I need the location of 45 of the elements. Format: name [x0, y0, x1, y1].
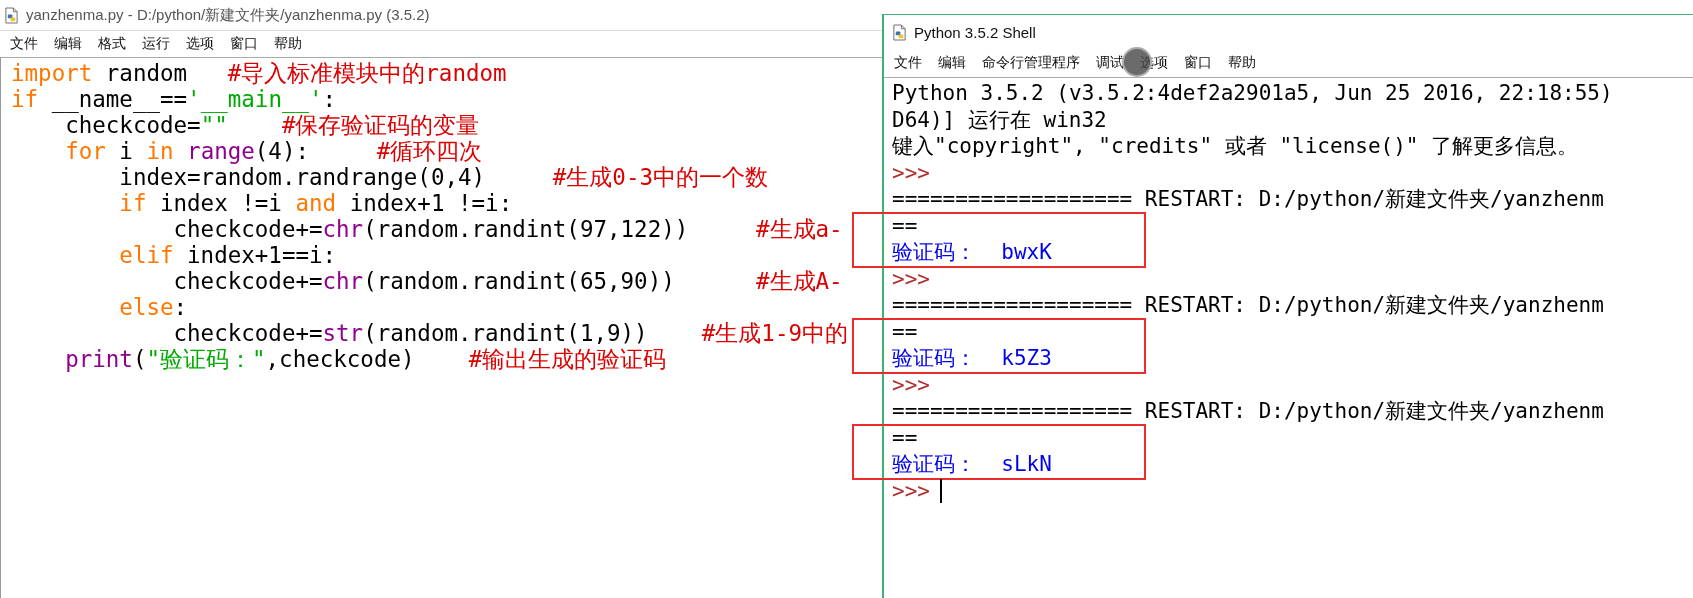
- code-line: if index !=i and index+1 !=i:: [119, 190, 513, 216]
- menu-item[interactable]: 文件: [894, 54, 922, 72]
- menu-item[interactable]: 运行: [142, 35, 170, 53]
- prompt-text: >>>: [892, 371, 930, 398]
- output-line: 验证码： sLkN: [892, 451, 1052, 478]
- menu-item[interactable]: 命令行管理程序: [982, 54, 1080, 72]
- code-line: print("验证码：",checkcode) #输出生成的验证码: [65, 346, 667, 372]
- prompt-text: >>>: [892, 265, 930, 292]
- console-line: =================== RESTART: D:/python/新建文件夹/yanzhenm: [892, 398, 1604, 425]
- menu-item[interactable]: 文件: [10, 35, 38, 53]
- code-line: import random #导入标准模块中的random: [11, 60, 507, 86]
- code-line: if __name__=='__main__':: [11, 86, 337, 112]
- console-line: 键入"copyright", "credits" 或者 "license()" 了解更多信息。: [892, 133, 1579, 160]
- console-line: =================== RESTART: D:/python/新建文件夹/yanzhenm: [892, 186, 1604, 213]
- window-title: yanzhenma.py - D:/python/新建文件夹/yanzhenma.py (3.5.2): [26, 5, 430, 25]
- menu-item[interactable]: 窗口: [230, 35, 258, 53]
- menu-item[interactable]: 帮助: [274, 35, 302, 53]
- output-line: 验证码： bwxK: [892, 239, 1052, 266]
- code-line: else:: [119, 294, 188, 320]
- python-file-icon: [4, 6, 19, 24]
- code-line: index=random.randrange(0,4) #生成0-3中的一个数: [119, 164, 768, 190]
- console-line: ==: [892, 424, 918, 451]
- menu-item[interactable]: 调试: [1096, 54, 1124, 72]
- menu-item[interactable]: 编辑: [938, 54, 966, 72]
- console-line: ==: [892, 212, 918, 239]
- prompt-text: >>>: [892, 159, 930, 186]
- window-title: Python 3.5.2 Shell: [914, 23, 1036, 41]
- code-line: elif index+1==i:: [119, 242, 337, 268]
- output-line: 验证码： k5Z3: [892, 345, 1052, 372]
- python-file-icon: [892, 23, 907, 41]
- menu-item[interactable]: 窗口: [1184, 54, 1212, 72]
- code-line: checkcode="" #保存验证码的变量: [65, 112, 480, 138]
- menu-item[interactable]: 格式: [98, 35, 126, 53]
- code-line: checkcode+=chr(random.randint(97,122)) #生成a-: [173, 216, 843, 242]
- prompt-text: >>>: [892, 477, 930, 504]
- menu-item[interactable]: 编辑: [54, 35, 82, 53]
- menu-item[interactable]: 帮助: [1228, 54, 1256, 72]
- code-line: checkcode+=str(random.randint(1,9)) #生成1-9中的: [173, 320, 848, 346]
- console-line: ==: [892, 318, 918, 345]
- code-line: for i in range(4): #循环四次: [65, 138, 483, 164]
- console-line: =================== RESTART: D:/python/新建文件夹/yanzhenm: [892, 292, 1604, 319]
- console-line: Python 3.5.2 (v3.5.2:4def2a2901a5, Jun 25 2016, 22:18:55): [892, 80, 1613, 107]
- console-line: D64)] 运行在 win32: [892, 106, 1107, 133]
- code-line: checkcode+=chr(random.randint(65,90)) #生成A-: [173, 268, 843, 294]
- menu-item[interactable]: 选项: [186, 35, 214, 53]
